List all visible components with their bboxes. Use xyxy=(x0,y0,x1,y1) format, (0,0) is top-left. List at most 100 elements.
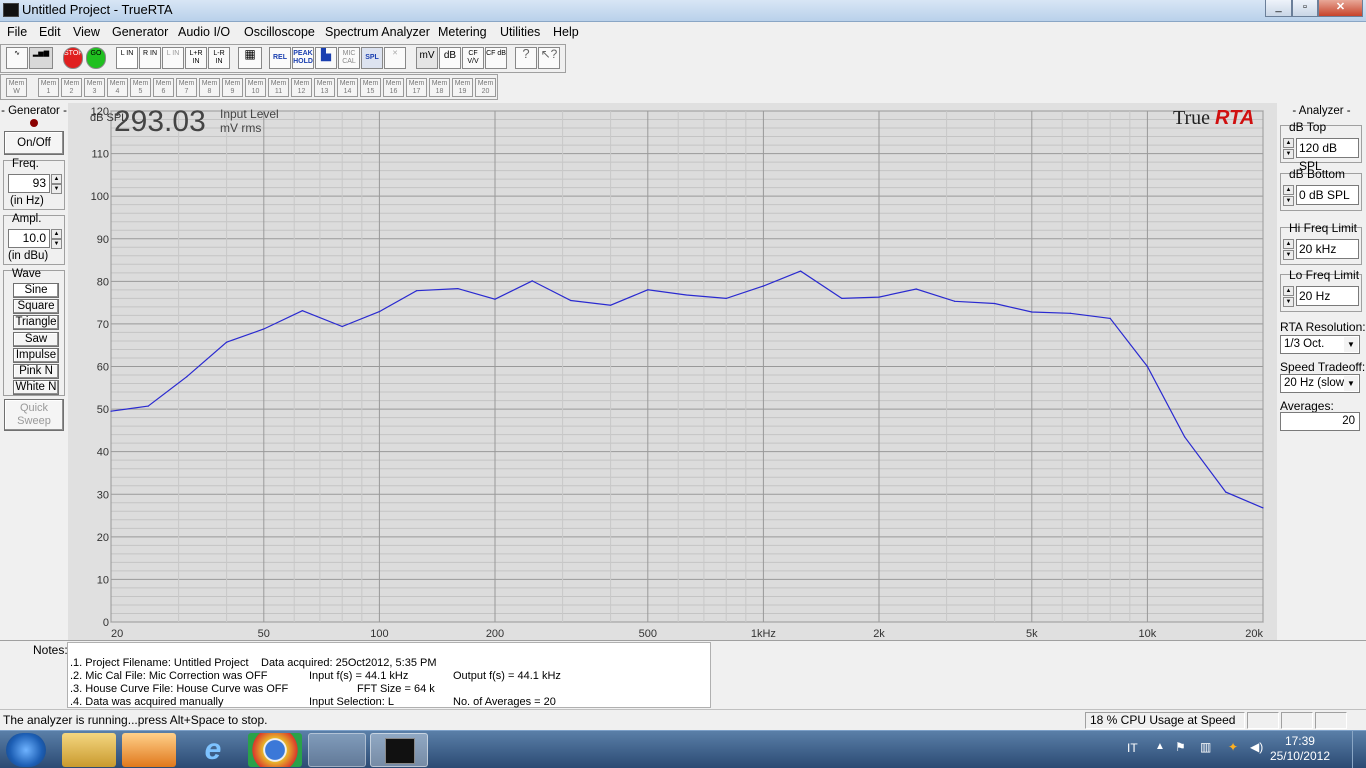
help-button[interactable]: ? xyxy=(515,47,537,69)
db-top-up-icon[interactable]: ▲ xyxy=(1283,138,1294,148)
mem-1-button[interactable]: Mem 1 xyxy=(38,78,59,97)
onoff-button[interactable]: On/Off xyxy=(4,131,64,155)
grid-icon[interactable]: ▦ xyxy=(238,47,262,69)
hi-freq-field[interactable]: 20 kHz xyxy=(1296,239,1359,259)
notes-box[interactable]: .1. Project Filename: Untitled Project .… xyxy=(67,642,711,708)
channel-l-in-disabled-button[interactable]: L IN xyxy=(162,47,184,69)
maximize-button[interactable]: ▫ xyxy=(1292,0,1318,17)
close-button[interactable]: ✕ xyxy=(1318,0,1363,17)
wave-saw-button[interactable]: Saw xyxy=(13,332,59,347)
start-button-icon[interactable] xyxy=(6,733,46,767)
wave-white-noise-button[interactable]: White N xyxy=(13,380,59,395)
mem-13-button[interactable]: Mem 13 xyxy=(314,78,335,97)
mem-10-button[interactable]: Mem 10 xyxy=(245,78,266,97)
menu-metering[interactable]: Metering xyxy=(438,25,487,39)
context-help-icon[interactable]: ↖? xyxy=(538,47,560,69)
db-button[interactable]: dB xyxy=(439,47,461,69)
tray-expand-icon[interactable]: ▲ xyxy=(1155,741,1165,752)
averages-field[interactable]: 20 xyxy=(1280,412,1360,431)
menu-utilities[interactable]: Utilities xyxy=(500,25,540,39)
mem-18-button[interactable]: Mem 18 xyxy=(429,78,450,97)
mem-4-button[interactable]: Mem 4 xyxy=(107,78,128,97)
menu-view[interactable]: View xyxy=(73,25,100,39)
rel-button[interactable]: REL xyxy=(269,47,291,69)
speed-tradeoff-select[interactable]: 20 Hz (slow) ▼ xyxy=(1280,374,1360,393)
chevron-down-icon[interactable]: ▼ xyxy=(1344,337,1358,352)
wave-impulse-button[interactable]: Impulse xyxy=(13,348,59,363)
freq-down-icon[interactable]: ▼ xyxy=(51,184,62,194)
lo-freq-field[interactable]: 20 Hz xyxy=(1296,286,1359,306)
mem-20-button[interactable]: Mem 20 xyxy=(475,78,496,97)
mv-button[interactable]: mV xyxy=(416,47,438,69)
chrome-icon[interactable] xyxy=(248,733,302,767)
show-desktop-button[interactable] xyxy=(1352,731,1366,768)
clock[interactable]: 17:39 25/10/2012 xyxy=(1270,734,1330,764)
minimize-button[interactable]: _ xyxy=(1265,0,1292,17)
spl-button[interactable]: SPL xyxy=(361,47,383,69)
db-bottom-down-icon[interactable]: ▼ xyxy=(1283,196,1294,206)
menu-file[interactable]: File xyxy=(7,25,27,39)
mem-9-button[interactable]: Mem 9 xyxy=(222,78,243,97)
lo-freq-up-icon[interactable]: ▲ xyxy=(1283,286,1294,296)
explorer-icon[interactable] xyxy=(62,733,116,767)
db-top-field[interactable]: 120 dB SPL xyxy=(1296,138,1359,173)
wave-pink-noise-button[interactable]: Pink N xyxy=(13,364,59,379)
mem-7-button[interactable]: Mem 7 xyxy=(176,78,197,97)
channel-lr-sum-button[interactable]: L+R IN xyxy=(185,47,207,69)
mem-6-button[interactable]: Mem 6 xyxy=(153,78,174,97)
menu-oscilloscope[interactable]: Oscilloscope xyxy=(244,25,315,39)
ampl-input[interactable]: 10.0 xyxy=(8,229,50,248)
mem-12-button[interactable]: Mem 12 xyxy=(291,78,312,97)
db-top-down-icon[interactable]: ▼ xyxy=(1283,149,1294,159)
wave-square-button[interactable]: Square xyxy=(13,299,59,314)
internet-explorer-icon[interactable]: e xyxy=(186,733,240,767)
freq-up-icon[interactable]: ▲ xyxy=(51,174,62,184)
wave-sine-button[interactable]: Sine xyxy=(13,283,59,298)
mem-2-button[interactable]: Mem 2 xyxy=(61,78,82,97)
go-button[interactable]: GO xyxy=(86,47,106,69)
mem-14-button[interactable]: Mem 14 xyxy=(337,78,358,97)
menu-help[interactable]: Help xyxy=(553,25,579,39)
menu-spectrum-analyzer[interactable]: Spectrum Analyzer xyxy=(325,25,430,39)
mem-8-button[interactable]: Mem 8 xyxy=(199,78,220,97)
language-indicator[interactable]: IT xyxy=(1127,741,1138,755)
rta-resolution-select[interactable]: 1/3 Oct. ▼ xyxy=(1280,335,1360,354)
hi-freq-down-icon[interactable]: ▼ xyxy=(1283,250,1294,260)
action-center-icon[interactable]: ⚑ xyxy=(1175,740,1186,754)
chevron-down-icon[interactable]: ▼ xyxy=(1344,376,1358,391)
oscilloscope-mode-icon[interactable]: ∿ xyxy=(6,47,28,69)
taskbar-window-1[interactable] xyxy=(308,733,366,767)
flash-icon[interactable]: ✦ xyxy=(1228,740,1238,754)
truerta-taskbar-icon[interactable] xyxy=(370,733,428,767)
mem-3-button[interactable]: Mem 3 xyxy=(84,78,105,97)
stop-button[interactable]: STOP xyxy=(63,47,83,69)
db-bottom-up-icon[interactable]: ▲ xyxy=(1283,185,1294,195)
menu-generator[interactable]: Generator xyxy=(112,25,168,39)
cf-vv-button[interactable]: CF V/V xyxy=(462,47,484,69)
freq-input[interactable]: 93 xyxy=(8,174,50,193)
lo-freq-down-icon[interactable]: ▼ xyxy=(1283,297,1294,307)
mic-cal-button[interactable]: MIC CAL xyxy=(338,47,360,69)
channel-lr-diff-button[interactable]: L-R IN xyxy=(208,47,230,69)
hi-freq-up-icon[interactable]: ▲ xyxy=(1283,239,1294,249)
channel-r-in-button[interactable]: R IN xyxy=(139,47,161,69)
ampl-up-icon[interactable]: ▲ xyxy=(51,229,62,239)
wave-triangle-button[interactable]: Triangle xyxy=(13,315,59,330)
menu-edit[interactable]: Edit xyxy=(39,25,61,39)
ampl-down-icon[interactable]: ▼ xyxy=(51,239,62,249)
mem-17-button[interactable]: Mem 17 xyxy=(406,78,427,97)
cf-db-button[interactable]: CF dB xyxy=(485,47,507,69)
media-player-icon[interactable] xyxy=(122,733,176,767)
mem-w-button[interactable]: Mem W xyxy=(6,78,27,97)
mem-16-button[interactable]: Mem 16 xyxy=(383,78,404,97)
network-icon[interactable]: ▥ xyxy=(1200,740,1211,754)
mem-11-button[interactable]: Mem 11 xyxy=(268,78,289,97)
mem-5-button[interactable]: Mem 5 xyxy=(130,78,151,97)
mem-19-button[interactable]: Mem 19 xyxy=(452,78,473,97)
quick-sweep-button[interactable]: Quick Sweep xyxy=(4,399,64,431)
volume-icon[interactable]: ◀) xyxy=(1250,740,1263,754)
bar-graph-icon[interactable]: ▙ xyxy=(315,47,337,69)
peak-hold-button[interactable]: PEAK HOLD xyxy=(292,47,314,69)
spectrum-mode-icon[interactable]: ▂▅▆ xyxy=(29,47,53,69)
mem-15-button[interactable]: Mem 15 xyxy=(360,78,381,97)
